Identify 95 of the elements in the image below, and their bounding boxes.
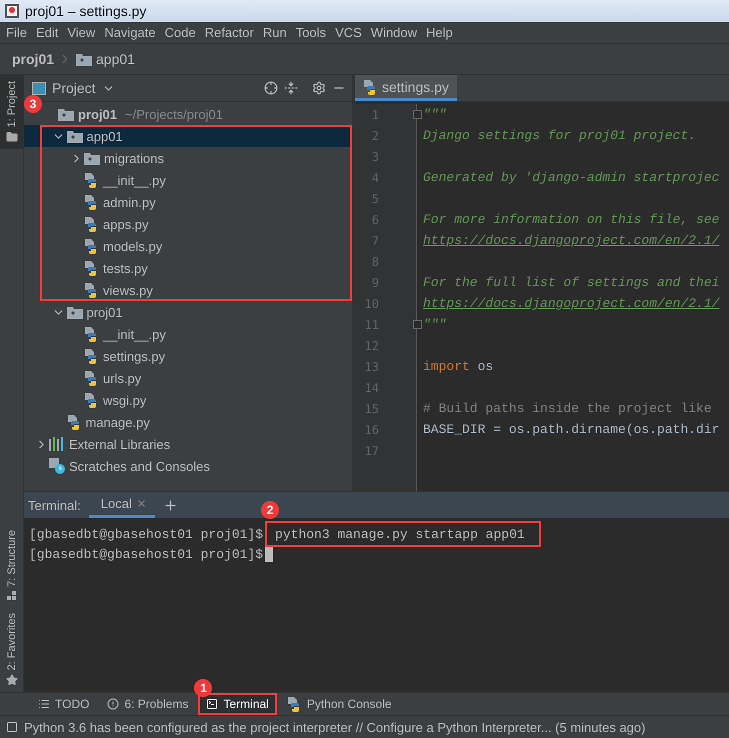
- tree-item[interactable]: settings.py: [24, 345, 352, 367]
- terminal-icon: [206, 698, 218, 710]
- library-icon: [49, 437, 65, 451]
- terminal-title: Terminal:: [28, 498, 81, 512]
- project-path: ~/Projects/proj01: [125, 106, 223, 122]
- tree-item[interactable]: migrations: [24, 147, 352, 169]
- code-line: https://docs.djangoproject.com/en/2.1/: [423, 233, 720, 248]
- panel-title[interactable]: Project: [52, 80, 96, 96]
- tree-item[interactable]: tests.py: [24, 257, 352, 279]
- code-line: For the full list of settings and thei: [423, 275, 720, 290]
- menu-item[interactable]: VCS: [331, 25, 367, 40]
- project-icon: [32, 82, 46, 94]
- code-line: For more information on this file, see: [423, 212, 720, 227]
- editor-tab[interactable]: settings.py: [355, 75, 457, 101]
- python-file-icon: [363, 78, 378, 94]
- app-icon: [4, 3, 20, 19]
- menu-item[interactable]: Refactor: [200, 25, 259, 40]
- code-line: Generated by 'django-admin startprojec: [423, 170, 720, 185]
- folder-icon: [66, 129, 82, 143]
- code-line: """: [423, 317, 446, 332]
- python-file-icon: [84, 194, 99, 210]
- tool-window-tab[interactable]: 6: Problems: [99, 693, 196, 715]
- settings-icon[interactable]: [312, 81, 326, 95]
- fold-marker-icon[interactable]: [413, 110, 422, 119]
- tree-item[interactable]: admin.py: [24, 191, 352, 213]
- star-icon: [6, 674, 18, 686]
- folder-icon: [6, 131, 18, 144]
- tree-item[interactable]: views.py: [24, 279, 352, 301]
- terminal-prompt: [gbasedbt@gbasehost01 proj01]$: [29, 526, 264, 542]
- tree-item[interactable]: wsgi.py: [24, 389, 352, 411]
- python-file-icon: [84, 238, 99, 254]
- session-tab[interactable]: Local: [88, 492, 155, 518]
- python-file-icon: [84, 172, 99, 188]
- tool-window-tab[interactable]: TODO: [30, 693, 98, 715]
- menu-item[interactable]: File: [2, 25, 32, 40]
- menu-item[interactable]: Tools: [292, 25, 332, 40]
- code-line: """: [423, 107, 446, 122]
- tree-item[interactable]: manage.py: [24, 411, 352, 433]
- tree-item[interactable]: proj01 ~/Projects/proj01: [42, 103, 352, 125]
- folder-icon: [84, 151, 100, 165]
- fold-marker-icon[interactable]: [413, 320, 422, 329]
- python-file-icon: [84, 216, 99, 232]
- menu-item[interactable]: Run: [258, 25, 292, 40]
- menu-item[interactable]: Code: [160, 25, 201, 40]
- tree-item[interactable]: app01: [24, 125, 352, 147]
- structure-icon: [6, 590, 16, 601]
- python-file-icon: [84, 348, 99, 364]
- menu-item[interactable]: Navigate: [100, 25, 161, 40]
- menu-item[interactable]: Edit: [32, 25, 64, 40]
- breadcrumb-item[interactable]: proj01: [12, 51, 54, 67]
- code-line: https://docs.djangoproject.com/en/2.1/: [423, 296, 720, 311]
- code-line: # Build paths inside the project like: [423, 401, 712, 416]
- scratches-icon: [49, 458, 65, 474]
- tree-item[interactable]: apps.py: [24, 213, 352, 235]
- python-file-icon: [286, 696, 302, 712]
- tree-item[interactable]: External Libraries: [24, 433, 352, 455]
- python-file-icon: [84, 282, 99, 298]
- add-icon[interactable]: [162, 498, 178, 512]
- breadcrumb-item[interactable]: app01: [96, 51, 135, 67]
- tree-item[interactable]: __init__.py: [24, 169, 352, 191]
- collapse-icon[interactable]: [284, 81, 298, 95]
- menu-item[interactable]: View: [63, 25, 100, 40]
- folder-icon: [58, 107, 74, 121]
- tool-window-tab[interactable]: Python Console: [278, 693, 400, 715]
- folder-icon: [76, 52, 92, 66]
- python-file-icon: [84, 260, 99, 276]
- tree-item[interactable]: __init__.py: [24, 323, 352, 345]
- side-tab[interactable]: 1: Project: [0, 75, 23, 150]
- python-file-icon: [66, 414, 82, 430]
- window-title: proj01 – settings.py: [25, 3, 146, 19]
- tab-label: settings.py: [382, 78, 449, 94]
- side-tab[interactable]: 2: Favorites: [0, 606, 23, 692]
- folder-icon: [66, 305, 82, 319]
- toggle-icon[interactable]: [6, 721, 18, 733]
- tool-window-tab[interactable]: Terminal: [198, 693, 277, 715]
- close-icon[interactable]: [136, 498, 147, 509]
- tree-item[interactable]: Scratches and Consoles: [24, 455, 352, 477]
- alert-icon: [107, 698, 120, 710]
- tree-item[interactable]: urls.py: [24, 367, 352, 389]
- locate-icon[interactable]: [264, 81, 278, 95]
- tree-item[interactable]: models.py: [24, 235, 352, 257]
- menu-item[interactable]: Window: [366, 25, 422, 40]
- python-file-icon: [84, 370, 99, 386]
- python-file-icon: [84, 392, 99, 408]
- annotation-badge: 3: [24, 95, 42, 113]
- code-line: BASE_DIR = os.path.dirname(os.path.dir: [423, 422, 720, 437]
- code-line: Django settings for proj01 project.: [423, 128, 696, 143]
- side-tab[interactable]: 7: Structure: [0, 524, 23, 607]
- tree-item[interactable]: proj01: [24, 301, 352, 323]
- terminal-command: python3 manage.py startapp app01: [275, 526, 525, 542]
- code-line: import os: [423, 359, 494, 374]
- python-file-icon: [84, 326, 99, 342]
- terminal-prompt: [gbasedbt@gbasehost01 proj01]$: [29, 546, 264, 562]
- status-message: Python 3.6 has been configured as the project interpreter // Configure a Python Interpreter... (5 minutes ago): [24, 720, 646, 734]
- menu-item[interactable]: Help: [422, 25, 458, 40]
